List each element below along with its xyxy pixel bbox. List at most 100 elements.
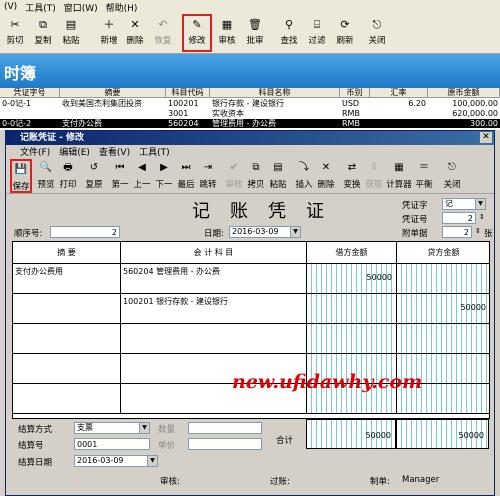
filter-button[interactable]: ⌸ 过滤 (304, 16, 330, 52)
line-account-cell[interactable]: 560204 管理费用 - 办公费 (121, 264, 307, 294)
print-button[interactable]: 🖶 打印 (58, 159, 78, 193)
settle-no-field[interactable] (74, 438, 150, 450)
delete-button[interactable]: ✕ 删除 (316, 159, 336, 193)
cut-button[interactable]: ✂ 剪切 (2, 16, 28, 52)
insert-label: 插入 (295, 180, 313, 190)
copy-button[interactable]: ⧉ 拷贝 (246, 159, 266, 193)
col-debit-header: 借方金额 (307, 242, 397, 264)
grid-header-cell[interactable]: 科目代码 (166, 88, 210, 98)
calculator-icon: ▦ (394, 162, 404, 173)
line-summary-cell[interactable] (13, 294, 121, 324)
edit-button[interactable]: ✎ 修改 (182, 14, 212, 52)
voucher-no-field[interactable] (442, 212, 476, 224)
fetch-button[interactable]: ⇩ 获取 (364, 159, 384, 193)
dialog-titlebar[interactable]: 记账凭证 - 修改 ✕ (6, 131, 494, 145)
grid-cell-amount: 620,000.00 (452, 109, 498, 118)
settle-date-picker[interactable]: 2016-03-09 ▼ (74, 455, 158, 467)
reset-button[interactable]: ↺ 复原 (84, 159, 104, 193)
line-summary-cell[interactable] (13, 324, 121, 354)
table-row[interactable]: 0-0记-1 收到美国杰利集团投资 100201 银行存款 - 建设银行 USD 6.20… (0, 99, 500, 108)
line-debit-cell[interactable] (307, 324, 397, 354)
line-account-cell[interactable] (121, 324, 307, 354)
qty-field[interactable] (188, 422, 262, 434)
audit-icon: ▦ (221, 18, 233, 31)
paste-button[interactable]: ▤ 粘贴 (58, 16, 84, 52)
close-button[interactable]: ⎋ 关闭 (364, 16, 390, 52)
grid-header-cell[interactable]: 科目名称 (210, 88, 340, 98)
seq-field[interactable] (50, 226, 120, 238)
reset-icon: ↺ (89, 162, 99, 173)
spin-icon[interactable]: ⇕ (475, 227, 481, 235)
new-button[interactable]: ＋ 新增 (96, 16, 122, 52)
save-button[interactable]: 💾 保存 (10, 159, 32, 193)
grid-header-cell[interactable]: 币别 (340, 88, 370, 98)
line-summary-cell[interactable]: 支付办公费用 (13, 264, 121, 294)
line-summary-cell[interactable] (13, 354, 121, 384)
dialog-menu-item[interactable]: 查看(V) (99, 145, 130, 158)
copy-label: 拷贝 (247, 180, 265, 190)
restore-button[interactable]: ↶ 恢复 (150, 16, 176, 52)
total-credit-cell: 50000 (396, 419, 489, 449)
spin-icon[interactable]: ⇕ (479, 213, 485, 221)
dialog-menu-item[interactable]: 编辑(E) (59, 145, 90, 158)
balance-button[interactable]: ＝ 平衡 (414, 159, 434, 193)
table-row[interactable]: 0-0记-2 支付办公费 560204 管理费用 - 办公费 RMB 300.00 (0, 119, 500, 128)
signature-bar: 审核: 过账: 制单: Manager (12, 473, 490, 487)
price-field[interactable] (188, 438, 262, 450)
calculator-button[interactable]: ▦ 计算器 (386, 159, 412, 193)
grid-cell-summary: 收到美国杰利集团投资 (62, 99, 142, 108)
audit-button[interactable]: ▦ 审核 (214, 16, 240, 52)
outer-menu-item[interactable]: 工具(T) (25, 1, 56, 14)
delete-button[interactable]: ✕ 删除 (122, 16, 148, 52)
find-button[interactable]: ⚲ 查找 (276, 16, 302, 52)
date-picker[interactable]: 2016-03-09 ▼ (229, 226, 301, 238)
preview-icon: 🔍 (39, 162, 53, 173)
chevron-down-icon: ▼ (290, 227, 300, 237)
attachments-field[interactable] (442, 226, 472, 238)
swap-button[interactable]: ⇄ 变换 (342, 159, 362, 193)
batch-audit-button[interactable]: 🗑 批审 (242, 16, 268, 52)
watermark-text: new.ufidawhy.com (232, 371, 423, 393)
prev-button[interactable]: ◀ 上一 (132, 159, 152, 193)
document-title: 记账凭证 (192, 201, 344, 222)
line-debit-cell[interactable] (307, 294, 397, 324)
audit-button[interactable]: ✔ 审核 (224, 159, 244, 193)
table-row[interactable]: 3001 实收资本 RMB 620,000.00 (0, 109, 500, 118)
line-account-cell[interactable]: 100201 银行存款 - 建设银行 (121, 294, 307, 324)
line-summary-cell[interactable] (13, 384, 121, 414)
settle-method-label: 结算方式 (18, 425, 53, 435)
voucher-word-select[interactable]: 记 ▼ (442, 198, 486, 210)
line-debit-cell[interactable]: 50000 (307, 264, 397, 294)
jump-icon: ⇥ (203, 162, 213, 173)
outer-menu-item[interactable]: (V) (4, 2, 17, 12)
insert-button[interactable]: ⤵ 插入 (294, 159, 314, 193)
audit-label: 审核 (218, 36, 236, 46)
outer-menu-item[interactable]: 窗口(W) (64, 1, 98, 14)
outer-menu-item[interactable]: 帮助(H) (106, 1, 138, 14)
close-icon[interactable]: ✕ (480, 132, 492, 143)
line-credit-cell[interactable] (397, 264, 490, 294)
settle-method-select[interactable]: 支票 ▼ (74, 422, 150, 434)
next-button[interactable]: ▶ 下一 (154, 159, 174, 193)
reset-label: 复原 (85, 180, 103, 190)
first-button[interactable]: ⏮ 第一 (110, 159, 130, 193)
dialog-menu-item[interactable]: 文件(F) (20, 145, 50, 158)
grid-header-cell[interactable]: 摘要 (60, 88, 166, 98)
preview-button[interactable]: 🔍 预览 (36, 159, 56, 193)
settlement-area: 结算方式 支票 ▼ 数量 结算号 单价 结算日期 2016-03-09 ▼ 合计 5… (12, 419, 490, 471)
copy-button[interactable]: ⧉ 复制 (30, 16, 56, 52)
grid-header-cell[interactable]: 原币金额 (428, 88, 500, 98)
paste-button[interactable]: ▤ 粘贴 (268, 159, 288, 193)
line-credit-cell[interactable] (397, 324, 490, 354)
line-credit-cell[interactable]: 50000 (397, 294, 490, 324)
calculator-label: 计算器 (386, 180, 412, 190)
jump-button[interactable]: ⇥ 跳转 (198, 159, 218, 193)
last-button[interactable]: ⏭ 最后 (176, 159, 196, 193)
refresh-button[interactable]: ⟳ 刷新 (332, 16, 358, 52)
refresh-icon: ⟳ (340, 18, 350, 31)
grid-header-cell[interactable]: 汇率 (370, 88, 428, 98)
grid-header-cell[interactable]: 凭证字号 (0, 88, 60, 98)
dialog-menu-item[interactable]: 工具(T) (139, 145, 170, 158)
edit-label: 修改 (188, 36, 206, 46)
close-button[interactable]: ⎋ 关闭 (442, 159, 462, 193)
